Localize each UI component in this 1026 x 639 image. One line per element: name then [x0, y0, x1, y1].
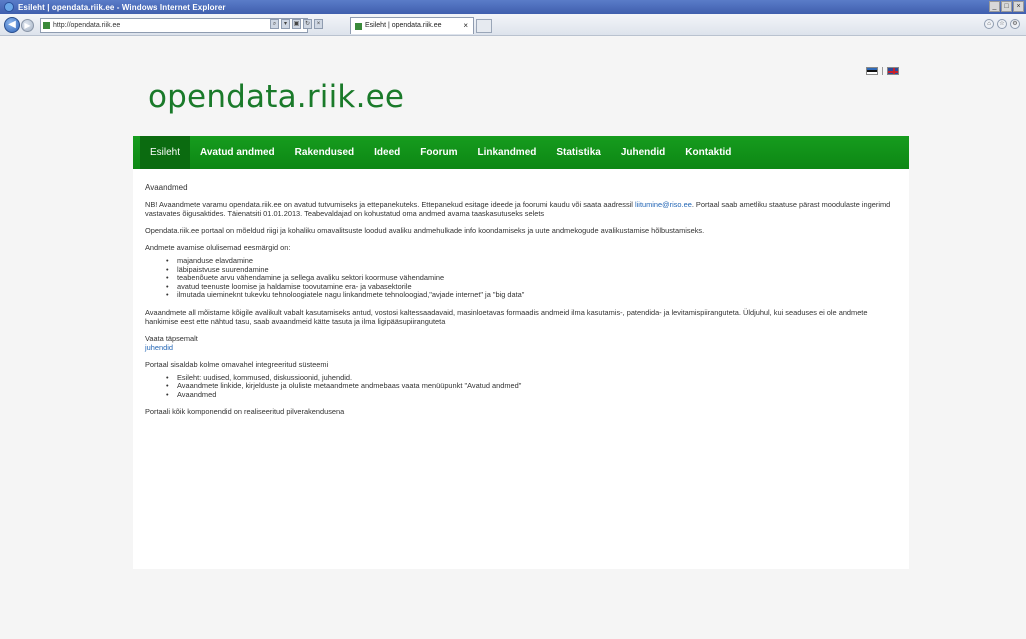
home-icon[interactable]: ⌂: [984, 19, 994, 29]
list-item: Avaandmete linkide, kirjelduste ja oluli…: [166, 381, 897, 391]
close-icon[interactable]: ×: [1013, 1, 1024, 12]
menu-item-statistika[interactable]: Statistika: [546, 136, 610, 169]
back-icon[interactable]: ◀: [4, 17, 20, 33]
menu-item-foorum[interactable]: Foorum: [410, 136, 467, 169]
main-content: Avaandmed NB! Avaandmete varamu opendata…: [133, 169, 909, 569]
tab-title: Esileht | opendata.riik.ee: [365, 22, 442, 29]
dropdown-icon[interactable]: ▾: [281, 19, 290, 29]
settings-icon[interactable]: ⚙: [1010, 19, 1020, 29]
site-logo[interactable]: opendata.riik.ee: [148, 79, 404, 115]
web-page: opendata.riik.ee Esileht Avatud andmed R…: [0, 37, 1026, 639]
tab-favicon-icon: [355, 23, 362, 30]
notice-text-pre: NB! Avaandmete varamu opendata.riik.ee o…: [145, 200, 636, 209]
goals-heading: Andmete avamise olulisemad eesmärgid on:: [145, 243, 291, 252]
browser-tab[interactable]: Esileht | opendata.riik.ee ×: [350, 17, 474, 34]
window-controls: _ □ ×: [989, 1, 1024, 12]
search-icon[interactable]: ⌕: [270, 19, 279, 29]
menu-item-kontaktid[interactable]: Kontaktid: [675, 136, 741, 169]
window-titlebar: Esileht | opendata.riik.ee - Windows Int…: [0, 0, 1026, 14]
main-menu: Esileht Avatud andmed Rakendused Ideed F…: [133, 136, 909, 169]
contact-email-link[interactable]: liitumine@riso.ee: [635, 200, 692, 209]
browser-toolbar: ◀ ▶ http://opendata.riik.ee ⌕ ▾ ▣ ↻ × Es…: [0, 14, 1026, 36]
estonian-flag-icon[interactable]: [866, 67, 878, 75]
systems-heading: Portaal sisaldab kolme omavahel integree…: [145, 359, 329, 369]
menu-item-ideed[interactable]: Ideed: [364, 136, 410, 169]
notice-paragraph: NB! Avaandmete varamu opendata.riik.ee o…: [145, 200, 897, 218]
cloud-paragraph: Portaali kõik komponendid on realiseerit…: [145, 407, 345, 416]
window-title: Esileht | opendata.riik.ee - Windows Int…: [18, 2, 226, 12]
page-title: Avaandmed: [145, 183, 188, 192]
ie-logo-icon: [4, 2, 14, 12]
see-more: Vaata täpsemalt juhendid: [145, 334, 897, 352]
address-bar[interactable]: http://opendata.riik.ee: [40, 18, 308, 33]
menu-item-avatud-andmed[interactable]: Avatud andmed: [190, 136, 285, 169]
menu-item-juhendid[interactable]: Juhendid: [611, 136, 675, 169]
new-tab-button[interactable]: [476, 19, 492, 33]
intro-paragraph: Opendata.riik.ee portaal on mõeldud riig…: [145, 226, 705, 235]
menu-item-linkandmed[interactable]: Linkandmed: [467, 136, 546, 169]
maximize-icon[interactable]: □: [1001, 1, 1012, 12]
tab-close-icon[interactable]: ×: [463, 18, 468, 34]
list-item: Avaandmed: [166, 390, 897, 400]
goals-list: majanduse elavdamine läbipaistvuse suure…: [166, 256, 897, 300]
compat-icon[interactable]: ▣: [292, 19, 301, 29]
browser-right-controls: ⌂ ☆ ⚙: [984, 19, 1020, 29]
menu-item-rakendused[interactable]: Rakendused: [285, 136, 364, 169]
systems-list: Esileht: uudised, kommused, diskussiooni…: [166, 373, 897, 400]
see-more-label: Vaata täpsemalt: [145, 333, 198, 343]
minimize-icon[interactable]: _: [989, 1, 1000, 12]
guides-link[interactable]: juhendid: [145, 343, 173, 352]
favorites-icon[interactable]: ☆: [997, 19, 1007, 29]
definition-paragraph: Avaandmete all mõistame kõigile avalikul…: [145, 307, 868, 326]
site-favicon-icon: [43, 22, 50, 29]
language-switcher: [866, 67, 899, 75]
language-separator: [882, 67, 883, 75]
list-item: majanduse elavdamine: [166, 256, 897, 266]
address-text: http://opendata.riik.ee: [53, 22, 121, 29]
stop-icon[interactable]: ×: [314, 19, 323, 29]
forward-icon[interactable]: ▶: [21, 19, 34, 32]
refresh-icon[interactable]: ↻: [303, 19, 312, 29]
address-tools: ⌕ ▾ ▣ ↻ ×: [270, 19, 323, 29]
list-item: ilmutada uiemineknt tukevku tehnoloogiat…: [166, 290, 897, 300]
english-flag-icon[interactable]: [887, 67, 899, 75]
menu-item-esileht[interactable]: Esileht: [140, 136, 191, 169]
